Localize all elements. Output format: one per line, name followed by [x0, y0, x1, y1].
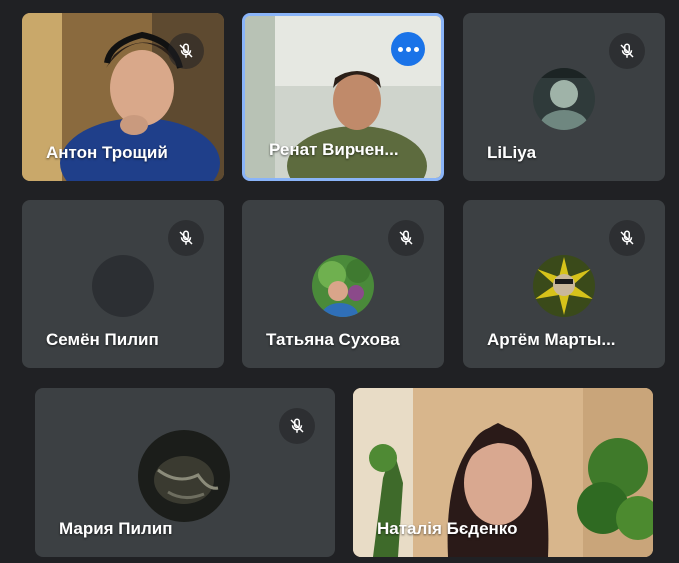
avatar	[533, 255, 595, 317]
participant-name: Семён Пилип	[46, 330, 159, 349]
mic-off-icon	[620, 43, 634, 58]
mic-off-icon	[399, 230, 413, 245]
participant-tile-mariya[interactable]: Мария Пилип	[35, 388, 335, 557]
participant-tile-anton[interactable]: Антон Трощий	[22, 13, 224, 181]
mic-off-indicator	[609, 220, 645, 256]
participant-tile-tatyana[interactable]: Татьяна Сухова	[242, 200, 444, 368]
participant-tile-semen[interactable]: Семён Пилип	[22, 200, 224, 368]
participant-name: Наталія Бєденко	[377, 519, 518, 538]
avatar	[312, 255, 374, 317]
avatar	[533, 68, 595, 130]
more-options-icon	[397, 46, 403, 52]
more-options-button[interactable]	[391, 32, 425, 66]
mic-off-indicator	[168, 220, 204, 256]
participant-tile-artem[interactable]: Артём Марты...	[463, 200, 665, 368]
mic-off-icon	[179, 43, 193, 58]
mic-off-indicator	[168, 33, 204, 69]
participant-tile-nataliya[interactable]: Наталія Бєденко	[353, 388, 653, 557]
mic-off-indicator	[388, 220, 424, 256]
mic-off-icon	[179, 230, 193, 245]
mic-off-indicator	[279, 408, 315, 444]
participant-name: Артём Марты...	[487, 330, 616, 349]
mic-off-icon	[290, 418, 304, 433]
participant-name: LiLiya	[487, 143, 537, 162]
participant-name: Антон Трощий	[46, 143, 168, 162]
participant-name: Татьяна Сухова	[266, 330, 400, 349]
avatar	[92, 255, 154, 317]
participant-tile-renat[interactable]: Ренат Вирчен...	[242, 13, 444, 181]
participant-tile-liliya[interactable]: LiLiya	[463, 13, 665, 181]
avatar	[138, 430, 230, 522]
mic-off-indicator	[609, 33, 645, 69]
participant-name: Мария Пилип	[59, 519, 173, 538]
mic-off-icon	[620, 230, 634, 245]
participant-name: Ренат Вирчен...	[269, 140, 399, 159]
